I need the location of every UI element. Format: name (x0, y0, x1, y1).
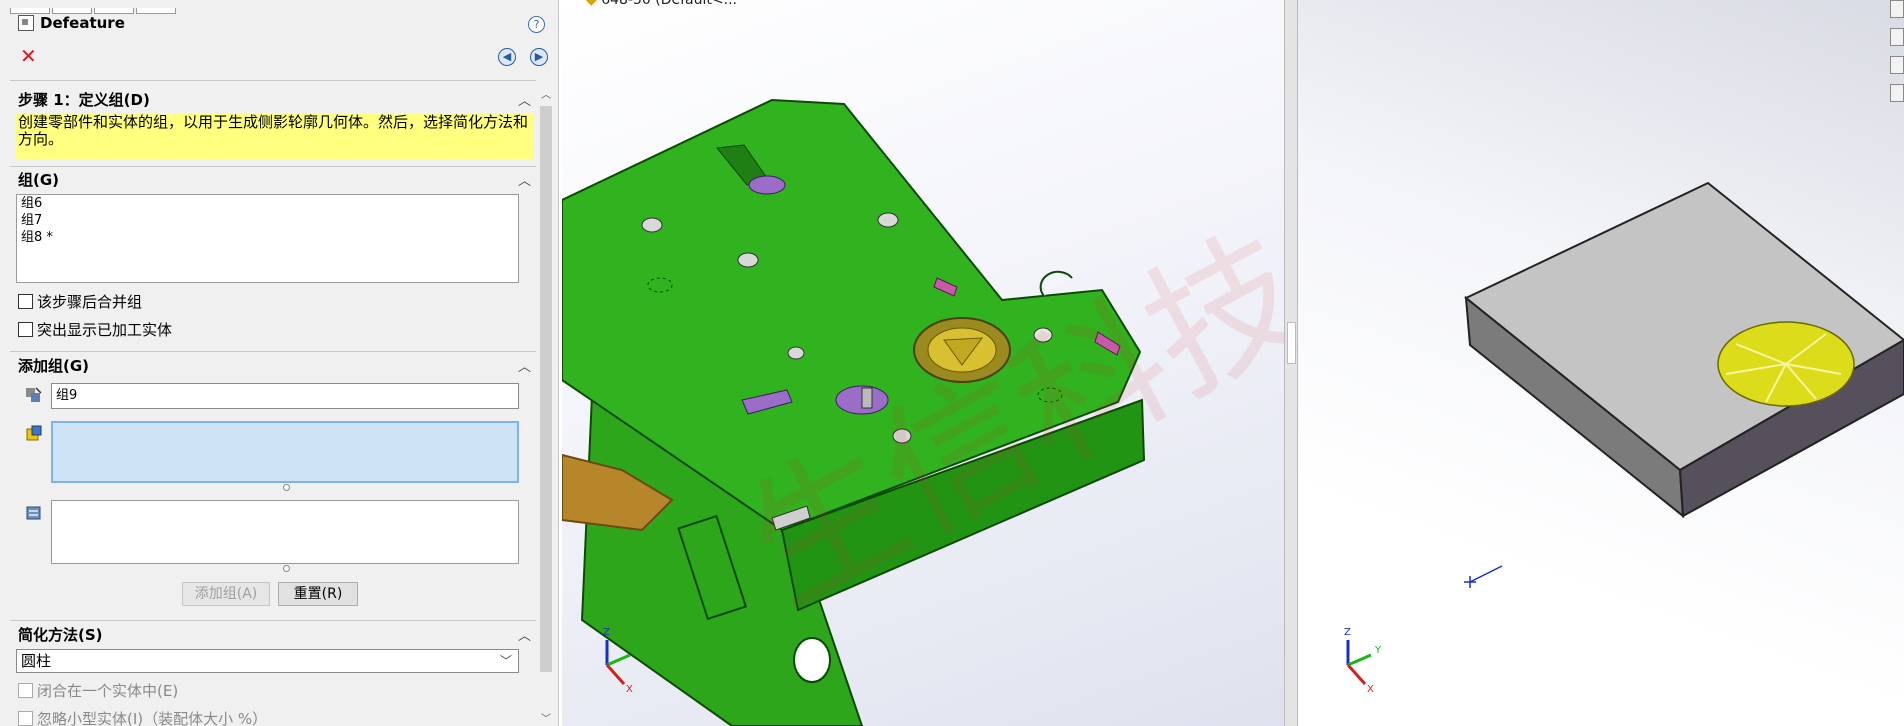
defeature-icon (18, 15, 34, 31)
group-name-field[interactable]: 组9 (51, 383, 519, 409)
checkbox-box[interactable] (18, 322, 33, 337)
collapse-add-group-icon[interactable]: ︿ (518, 356, 531, 375)
bodies-selection-box[interactable] (51, 500, 519, 564)
checkbox-box[interactable] (18, 683, 33, 698)
ignore-small-checkbox[interactable]: 忽略小型实体(I)（装配体大小 %） (18, 708, 267, 726)
add-group-button[interactable]: 添加组(A) (182, 582, 270, 606)
enclose-label: 闭合在一个实体中(E) (37, 682, 179, 700)
close-icon[interactable]: ✕ (20, 46, 37, 66)
ignore-small-label: 忽略小型实体(I)（装配体大小 %） (37, 710, 268, 726)
resize-handle[interactable] (283, 565, 290, 572)
add-group-heading[interactable]: 添加组(G) (18, 355, 89, 376)
task-pane-tab-library[interactable] (1890, 28, 1904, 46)
graphics-viewport-right[interactable]: Z Y X (1298, 0, 1904, 726)
checkbox-box[interactable] (18, 711, 33, 726)
next-arrow-icon[interactable]: ▶ (530, 48, 548, 66)
step-hint: 创建零部件和实体的组，以用于生成侧影轮廓几何体。然后，选择简化方法和方向。 (16, 113, 534, 159)
property-manager-panel: Defeature ? ✕ ◀ ▶ 步骤 1：定义组(D) ︿ 创建零部件和实体… (0, 0, 559, 726)
list-item[interactable]: 组6 (17, 195, 518, 212)
highlight-bodies-label: 突出显示已加工实体 (37, 321, 173, 339)
spindle-pin (861, 387, 873, 409)
axis-label-x: X (1367, 684, 1374, 695)
edge-notch (1039, 270, 1073, 297)
merge-groups-checkbox[interactable]: 该步骤后合并组 (18, 291, 142, 312)
task-pane-tabs (1890, 0, 1904, 112)
screw-head (787, 346, 805, 360)
lock-body-model[interactable] (562, 0, 1284, 726)
merge-groups-label: 该步骤后合并组 (37, 293, 143, 311)
bodies-select-icon (26, 506, 41, 520)
components-selection-box[interactable] (51, 421, 519, 483)
scroll-thumb[interactable] (540, 106, 552, 672)
axis-label-y: Y (634, 645, 641, 656)
faceplate-hole (793, 637, 831, 683)
resize-handle[interactable] (283, 484, 290, 491)
collapse-simplify-icon[interactable]: ︿ (518, 625, 531, 644)
enclose-checkbox[interactable]: 闭合在一个实体中(E) (18, 680, 178, 701)
keyhole-cutout (748, 175, 786, 195)
components-select-icon (26, 425, 42, 441)
simplify-heading[interactable]: 简化方法(S) (18, 624, 103, 645)
task-pane-tab-custom-properties[interactable] (1890, 84, 1904, 102)
group-name-icon (26, 387, 42, 402)
graphics-viewport-left[interactable]: ◆ 648-50 (Default<... Z Y X (562, 0, 1284, 726)
groups-heading[interactable]: 组(G) (18, 169, 59, 190)
axis-label-x: X (626, 684, 633, 695)
screw-head (892, 428, 912, 444)
divider (10, 80, 536, 81)
reset-button[interactable]: 重置(R) (278, 582, 358, 606)
axis-label-z: Z (603, 627, 610, 638)
list-item[interactable]: 组8 * (17, 229, 518, 246)
scroll-up-icon[interactable]: ︿ (541, 86, 551, 101)
screw-head (737, 252, 759, 268)
panel-tabs[interactable] (10, 0, 210, 14)
task-pane-tab-appearance[interactable] (1890, 56, 1904, 74)
groups-list[interactable]: 组6 组7 组8 * (16, 194, 519, 283)
highlight-bodies-checkbox[interactable]: 突出显示已加工实体 (18, 319, 172, 340)
divider (10, 351, 536, 352)
list-item[interactable]: 组7 (17, 212, 518, 229)
divider (10, 166, 536, 167)
scroll-down-icon[interactable]: ﹀ (541, 710, 551, 725)
screw-head (877, 212, 899, 228)
simplify-method-select[interactable]: 圆柱 ﹀ (16, 649, 519, 673)
panel-title-row: Defeature (18, 14, 125, 32)
viewport-splitter[interactable] (1284, 0, 1298, 726)
panel-title: Defeature (40, 14, 125, 32)
screw-head (641, 217, 663, 233)
simplified-plate-model[interactable] (1298, 0, 1904, 726)
axis-triad-right (1346, 640, 1372, 686)
panel-scrollbar[interactable]: ︿ ﹀ (538, 86, 555, 726)
screw-head (1033, 327, 1053, 343)
checkbox-box[interactable] (18, 294, 33, 309)
splitter-grip[interactable] (1287, 322, 1296, 364)
axis-label-y: Y (1375, 645, 1382, 656)
chevron-down-icon: ﹀ (499, 654, 512, 668)
help-icon[interactable]: ? (528, 16, 545, 33)
origin-marker (1464, 565, 1503, 588)
axis-label-z: Z (1344, 627, 1351, 638)
collapse-groups-icon[interactable]: ︿ (518, 170, 531, 189)
step1-heading[interactable]: 步骤 1：定义组(D) (18, 89, 150, 110)
divider (10, 620, 536, 621)
task-pane-tab-resources[interactable] (1890, 0, 1904, 18)
simplify-method-value: 圆柱 (21, 652, 52, 670)
back-arrow-icon[interactable]: ◀ (498, 48, 516, 66)
collapse-step1-icon[interactable]: ︿ (518, 90, 531, 109)
